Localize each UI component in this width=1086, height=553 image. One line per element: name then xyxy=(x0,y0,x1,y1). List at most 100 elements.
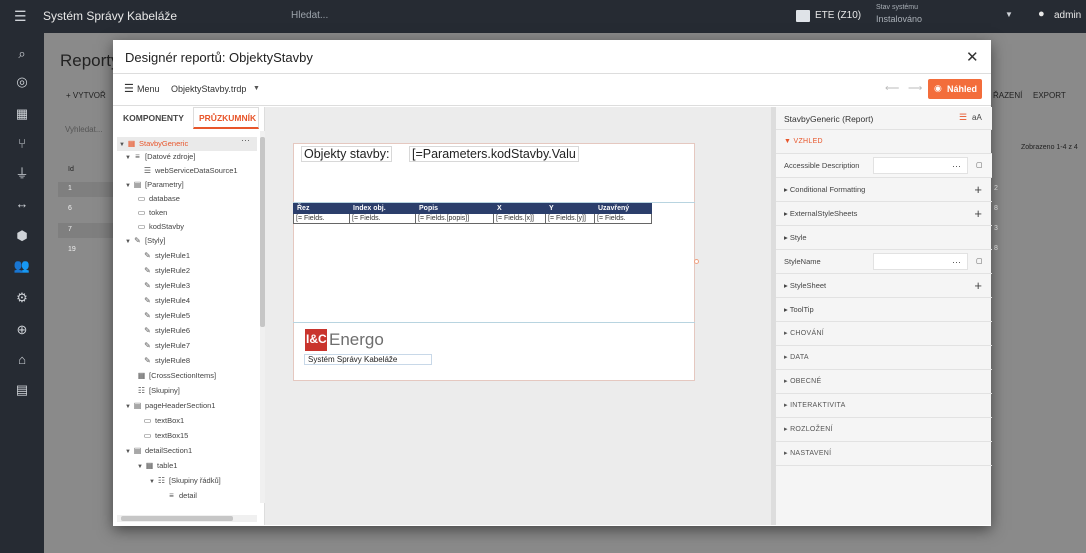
sort-button[interactable]: ŘAZENÍ xyxy=(993,91,1022,100)
tree-item-crosssection[interactable]: ▦ [CrossSectionItems] xyxy=(137,370,216,382)
prop-accessible-description[interactable]: Accessible Description ··· ▢ xyxy=(776,154,992,178)
hamburger-menu-icon[interactable]: ☰ xyxy=(14,8,27,25)
tree-item-style[interactable]: ✎ styleRule3 xyxy=(143,280,190,292)
branch-icon[interactable]: ⑂ xyxy=(13,135,31,153)
report-label[interactable]: Objekty stavby: xyxy=(301,146,393,162)
tree-hscrollbar-thumb[interactable] xyxy=(121,516,233,521)
tree-item-table[interactable]: ▼ ▦ table1 xyxy=(137,460,177,472)
tree-item-parameters[interactable]: ▼ ▤ [Parametry] xyxy=(125,179,184,191)
user-icon[interactable]: ● xyxy=(1038,8,1045,20)
tree-item-datasource[interactable]: ☰ webServiceDataSource1 xyxy=(143,165,238,177)
redo-icon[interactable]: ⟶ xyxy=(908,83,922,94)
footer-textbox[interactable]: Systém Správy Kabeláže xyxy=(304,354,432,365)
table-row[interactable]: 1 xyxy=(58,182,118,197)
undo-icon[interactable]: ⟵ xyxy=(885,83,899,94)
style-icon: ✎ xyxy=(144,251,151,260)
tree-item-report[interactable]: ▼ ▦ StavbyGeneric xyxy=(119,138,188,150)
user-name[interactable]: admin xyxy=(1054,10,1081,21)
groups-icon: ☷ xyxy=(157,476,166,485)
section-interaktivita[interactable]: ▸ INTERAKTIVITA xyxy=(776,394,992,418)
tree-item-textbox[interactable]: ▭ textBox15 xyxy=(143,430,189,442)
globe-icon[interactable]: ⊕ xyxy=(13,321,31,339)
table-cell[interactable]: [= Fields. xyxy=(594,213,652,224)
report-table[interactable]: Řez Index obj. Popis X Y Uzavřený [= Fie… xyxy=(293,203,652,224)
tree-item-groups[interactable]: ☷ [Skupiny] xyxy=(137,385,180,397)
filter-input[interactable]: Vyhledat... xyxy=(65,125,103,134)
environment-label[interactable]: ETE (Z10) xyxy=(815,10,861,21)
create-button[interactable]: + VYTVOŘ xyxy=(66,91,106,100)
table-cell[interactable]: [= Fields.[popis]] xyxy=(415,213,494,224)
table-row[interactable]: 19 xyxy=(58,243,118,258)
tree-item-datasources[interactable]: ▼ ≡ [Datové zdroje] xyxy=(125,151,195,163)
more-icon[interactable]: ··· xyxy=(241,135,250,145)
section-nastaveni[interactable]: ▸ NASTAVENÍ xyxy=(776,442,992,466)
file-selector[interactable]: ObjektyStavby.trdp xyxy=(171,84,246,94)
table-cell[interactable]: [= Fields.[x]] xyxy=(493,213,546,224)
prop-conditional-formatting[interactable]: ▸ Conditional Formatting + xyxy=(776,178,992,202)
section-chovani[interactable]: ▸ CHOVÁNÍ xyxy=(776,322,992,346)
section-data[interactable]: ▸ DATA xyxy=(776,346,992,370)
radar-icon[interactable]: ◎ xyxy=(13,73,31,91)
tab-komponenty[interactable]: KOMPONENTY xyxy=(123,113,184,123)
reset-icon[interactable]: ▢ xyxy=(976,154,983,178)
prop-style[interactable]: ▸ Style xyxy=(776,226,992,250)
parameter-textbox[interactable]: [=Parameters.kodStavby.Valu xyxy=(409,146,579,162)
chevron-down-icon[interactable]: ▼ xyxy=(1005,10,1013,19)
section-rozlozeni[interactable]: ▸ ROZLOŽENÍ xyxy=(776,418,992,442)
prop-external-stylesheets[interactable]: ▸ ExternalStyleSheets + xyxy=(776,202,992,226)
tree-item-style[interactable]: ✎ styleRule5 xyxy=(143,310,190,322)
table-cell[interactable]: [= Fields.[y]] xyxy=(545,213,595,224)
tree-item-param[interactable]: ▭ database xyxy=(137,193,180,205)
table-header-cell: Popis xyxy=(415,203,494,214)
more-icon[interactable]: ··· xyxy=(952,154,961,178)
tree-item-style[interactable]: ✎ styleRule6 xyxy=(143,325,190,337)
preview-button[interactable]: ◉ Náhled xyxy=(928,79,982,99)
tree-item-param[interactable]: ▭ token xyxy=(137,207,168,219)
reset-icon[interactable]: ▢ xyxy=(976,250,983,274)
tree-item-style[interactable]: ✎ styleRule4 xyxy=(143,295,190,307)
table-cell[interactable]: [= Fields. xyxy=(293,213,350,224)
building-icon[interactable]: ▦ xyxy=(13,105,31,123)
prop-tooltip[interactable]: ▸ ToolTip xyxy=(776,298,992,322)
arrows-icon[interactable]: ↔ xyxy=(13,195,31,213)
table-row[interactable]: 7 xyxy=(58,223,118,238)
tree-item-pageheader[interactable]: ▼ ▤ pageHeaderSection1 xyxy=(125,400,215,412)
more-icon[interactable]: ··· xyxy=(952,250,961,274)
tree-item-textbox[interactable]: ▭ textBox1 xyxy=(143,415,184,427)
report-canvas[interactable]: Objekty stavby: [=Parameters.kodStavby.V… xyxy=(265,107,771,525)
close-icon[interactable]: ✕ xyxy=(966,48,979,66)
table-row[interactable]: 6 xyxy=(58,202,118,217)
menu-button[interactable]: Menu xyxy=(137,84,160,94)
prop-stylesheet[interactable]: ▸ StyleSheet + xyxy=(776,274,992,298)
alphabetical-icon[interactable]: aA xyxy=(972,113,982,122)
tree-item-param[interactable]: ▭ kodStavby xyxy=(137,221,184,233)
search-input[interactable]: Hledat... xyxy=(291,10,328,21)
tree-item-detailsection[interactable]: ▼ ▤ detailSection1 xyxy=(125,445,192,457)
categorized-icon[interactable]: ☰ xyxy=(959,112,967,123)
bank-icon[interactable]: ⌂ xyxy=(13,351,31,369)
tree-item-style[interactable]: ✎ styleRule2 xyxy=(143,265,190,277)
chevron-down-icon[interactable]: ▼ xyxy=(253,85,260,92)
section-vzhled[interactable]: ▼ VZHLED xyxy=(776,130,992,154)
users-icon[interactable]: 👥 xyxy=(13,257,31,275)
menu-icon[interactable]: ☰ xyxy=(124,82,134,95)
export-button[interactable]: EXPORT xyxy=(1033,91,1066,100)
table-cell[interactable]: [= Fields. xyxy=(349,213,416,224)
database-icon[interactable]: ▤ xyxy=(13,381,31,399)
tree-item-rowgroups[interactable]: ▼ ☷ [Skupiny řádků] xyxy=(149,475,221,487)
settings-icon[interactable]: ⚙ xyxy=(13,289,31,307)
tree-item-styles[interactable]: ▼ ✎ [Styly] xyxy=(125,235,165,247)
plug-icon[interactable]: ⏚ xyxy=(13,165,31,183)
prop-stylename[interactable]: StyleName ··· ▢ xyxy=(776,250,992,274)
cube-icon[interactable]: ⬢ xyxy=(13,227,31,245)
table-header-cell: X xyxy=(493,203,546,214)
tab-pruzkumnik[interactable]: PRŮZKUMNÍK xyxy=(193,107,259,129)
tree-item-style[interactable]: ✎ styleRule1 xyxy=(143,250,190,262)
resize-handle[interactable] xyxy=(694,259,699,264)
tree-item-detail[interactable]: ≡ detail xyxy=(167,490,197,502)
section-obecne[interactable]: ▸ OBECNÉ xyxy=(776,370,992,394)
prop-label: Accessible Description xyxy=(784,161,860,170)
tree-item-style[interactable]: ✎ styleRule7 xyxy=(143,340,190,352)
search-icon[interactable]: ⌕ xyxy=(13,45,31,63)
tree-item-style[interactable]: ✎ styleRule8 xyxy=(143,355,190,367)
